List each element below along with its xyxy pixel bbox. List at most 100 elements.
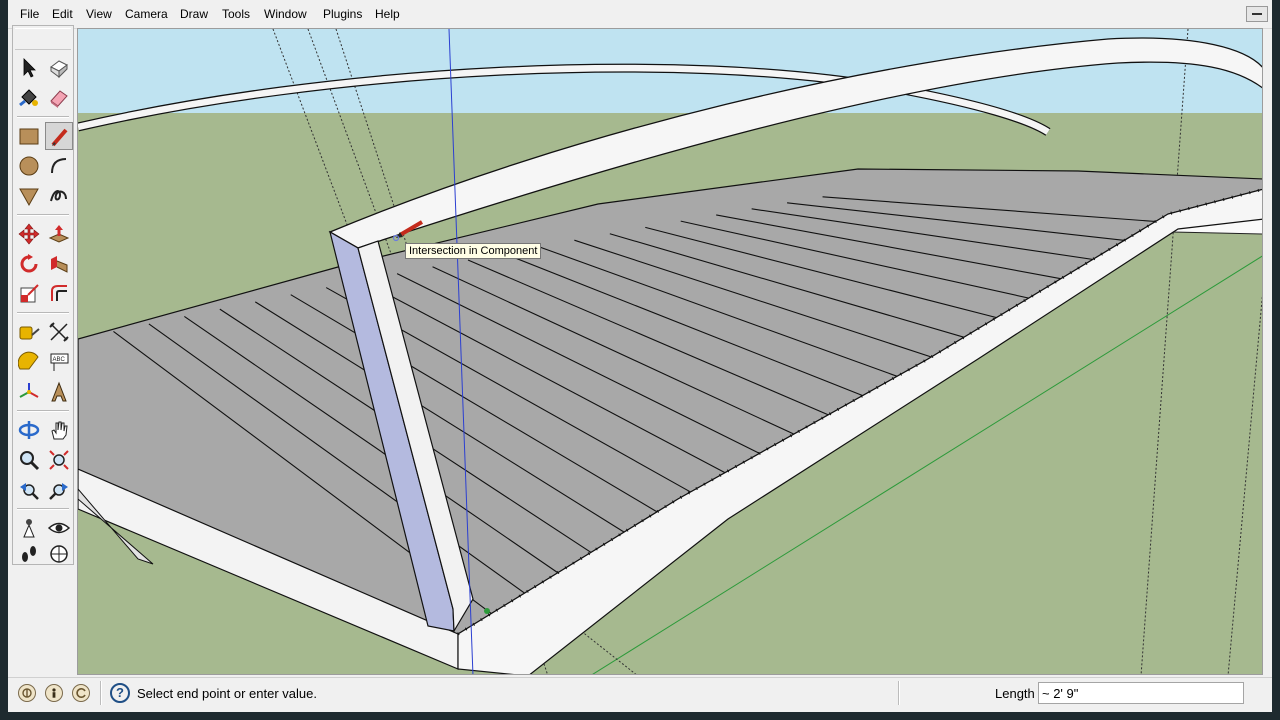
polygon-tool-icon — [19, 188, 39, 207]
walk-tool-button[interactable] — [15, 540, 43, 568]
drawing-viewport[interactable]: Intersection in Component — [77, 28, 1263, 675]
menu-plugins[interactable]: Plugins — [323, 7, 362, 21]
paint-bucket-tool-icon — [19, 89, 38, 107]
make-component-tool-icon — [50, 60, 68, 79]
menu-draw[interactable]: Draw — [180, 7, 208, 21]
status-divider — [898, 681, 900, 705]
select-tool-button[interactable] — [15, 54, 43, 82]
zoom-tool-icon — [20, 451, 40, 471]
scale-tool-button[interactable] — [15, 280, 43, 308]
paint-bucket-tool-button[interactable] — [15, 84, 43, 112]
next-view-button[interactable] — [45, 476, 73, 504]
zoom-extents-tool-icon — [49, 450, 69, 470]
zoom-tool-button[interactable] — [15, 446, 43, 474]
select-tool-icon — [23, 58, 36, 78]
minimize-button[interactable] — [1246, 6, 1268, 22]
rectangle-tool-button[interactable] — [15, 122, 43, 150]
freehand-tool-button[interactable] — [45, 182, 73, 210]
status-message: Select end point or enter value. — [137, 686, 317, 701]
line-tool-icon — [51, 128, 68, 147]
arc-tool-icon — [51, 158, 67, 174]
3d-text-tool-icon — [51, 381, 67, 402]
text-tool-button[interactable]: ABC — [45, 348, 73, 376]
polygon-tool-button[interactable] — [15, 182, 43, 210]
circle-tool-button[interactable] — [15, 152, 43, 180]
text-tool-icon: ABC — [50, 353, 69, 371]
previous-view-button[interactable] — [15, 476, 43, 504]
look-around-tool-icon — [48, 522, 70, 534]
offset-tool-button[interactable] — [45, 280, 73, 308]
push-pull-tool-icon — [48, 225, 70, 243]
menu-file[interactable]: File — [20, 7, 39, 21]
orbit-tool-icon — [18, 421, 40, 439]
next-view-icon — [49, 483, 68, 500]
help-icon[interactable]: ? — [110, 683, 130, 703]
status-divider — [100, 681, 102, 705]
move-tool-button[interactable] — [15, 220, 43, 248]
line-tool-button[interactable] — [45, 122, 73, 150]
sign-in-icon — [76, 688, 86, 698]
toolbar-separator — [17, 312, 69, 314]
menu-edit[interactable]: Edit — [52, 7, 73, 21]
endpoint-marker — [484, 608, 490, 614]
menu-window[interactable]: Window — [264, 7, 307, 21]
menu-bar: File Edit View Camera Draw Tools Window … — [8, 0, 1272, 29]
dimension-tool-icon — [49, 322, 69, 342]
menu-view[interactable]: View — [86, 7, 112, 21]
make-component-tool-button[interactable] — [45, 54, 73, 82]
inference-tooltip: Intersection in Component — [405, 243, 542, 259]
svg-text:ABC: ABC — [53, 357, 66, 363]
status-bar: ? Select end point or enter value. Lengt… — [8, 677, 1272, 712]
geo-location-icon — [22, 688, 32, 698]
model-scene[interactable] — [78, 29, 1263, 675]
toolbar-separator — [17, 410, 69, 412]
previous-view-icon — [20, 483, 39, 500]
scale-tool-icon — [20, 284, 39, 303]
geo-location-button[interactable] — [18, 684, 36, 702]
axes-tool-icon — [19, 383, 39, 398]
menu-tools[interactable]: Tools — [222, 7, 250, 21]
circle-tool-icon — [19, 156, 39, 176]
tape-measure-tool-button[interactable] — [15, 318, 43, 346]
move-tool-icon — [18, 223, 40, 245]
position-camera-tool-button[interactable] — [15, 514, 43, 542]
measurements-input[interactable] — [1038, 682, 1244, 704]
large-tool-set-toolbar: ABC — [12, 25, 74, 565]
3d-text-tool-button[interactable] — [45, 378, 73, 406]
protractor-tool-icon — [18, 351, 39, 370]
toolbar-grip[interactable] — [15, 28, 71, 50]
credits-button[interactable] — [45, 684, 63, 702]
zoom-extents-tool-button[interactable] — [45, 446, 73, 474]
rectangle-tool-icon — [19, 128, 39, 145]
toolbar-separator — [17, 116, 69, 118]
rotate-tool-icon — [20, 254, 38, 273]
freehand-tool-icon — [50, 190, 67, 202]
sketchup-window: File Edit View Camera Draw Tools Window … — [8, 0, 1272, 712]
follow-me-tool-button[interactable] — [45, 250, 73, 278]
look-around-tool-button[interactable] — [45, 514, 73, 542]
section-plane-tool-icon — [50, 545, 68, 563]
menu-camera[interactable]: Camera — [125, 7, 168, 21]
follow-me-tool-icon — [51, 256, 68, 273]
offset-tool-icon — [51, 285, 67, 301]
credits-icon — [52, 688, 56, 698]
axes-tool-button[interactable] — [15, 378, 43, 406]
toolbar-separator — [17, 508, 69, 510]
position-camera-tool-icon — [23, 519, 35, 538]
dimension-tool-button[interactable] — [45, 318, 73, 346]
sign-in-button[interactable] — [72, 684, 90, 702]
arc-tool-button[interactable] — [45, 152, 73, 180]
pan-tool-button[interactable] — [45, 416, 73, 444]
eraser-tool-button[interactable] — [45, 84, 73, 112]
measurements-label: Length — [995, 686, 1035, 701]
rotate-tool-button[interactable] — [15, 250, 43, 278]
menu-help[interactable]: Help — [375, 7, 400, 21]
toolbar-separator — [17, 214, 69, 216]
protractor-tool-button[interactable] — [15, 348, 43, 376]
pan-tool-icon — [51, 421, 68, 440]
push-pull-tool-button[interactable] — [45, 220, 73, 248]
section-plane-tool-button[interactable] — [45, 540, 73, 568]
tape-measure-tool-icon — [19, 326, 40, 340]
walk-tool-icon — [22, 546, 36, 562]
orbit-tool-button[interactable] — [15, 416, 43, 444]
